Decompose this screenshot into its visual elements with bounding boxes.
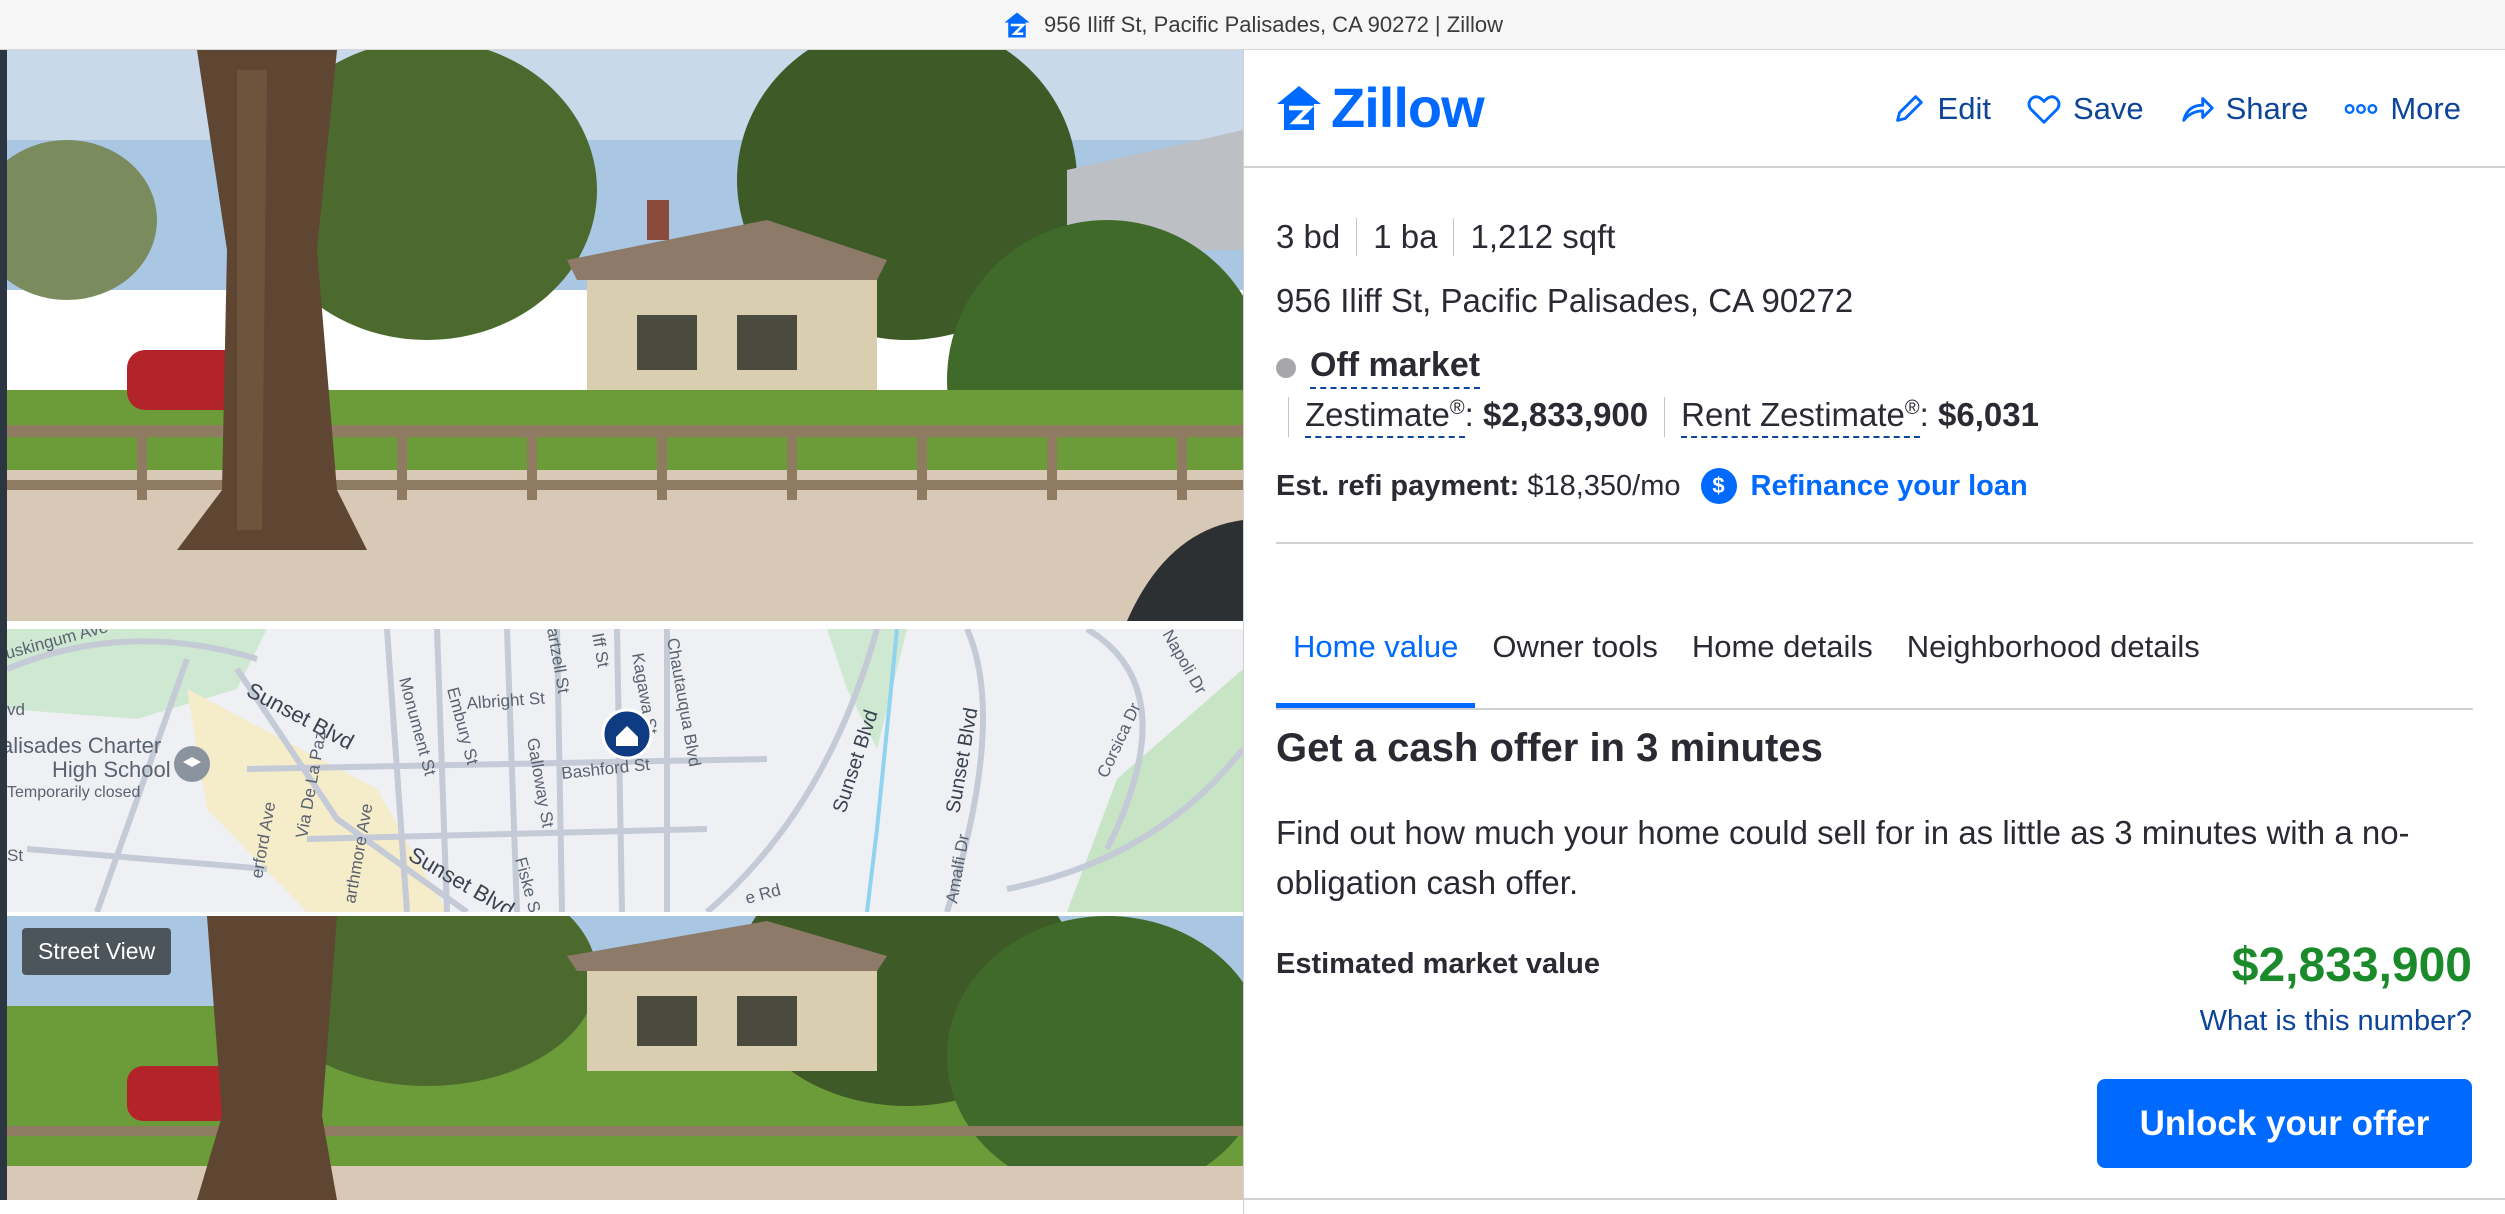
pencil-icon	[1895, 95, 1923, 122]
zillow-logo-text: Zillow	[1331, 76, 1485, 139]
gallery-footer	[0, 1200, 1243, 1214]
cash-offer-heading: Get a cash offer in 3 minutes	[1276, 726, 1823, 770]
panel-bottom-border	[1244, 1198, 2505, 1200]
refinance-link[interactable]: Refinance your loan	[1751, 470, 2028, 503]
panel-header: Zillow Edit Save Share More	[1244, 50, 2505, 168]
property-address: 956 Iliff St, Pacific Palisades, CA 9027…	[1276, 282, 1854, 319]
zestimate-label-text: Zestimate	[1305, 396, 1450, 433]
detail-tabs: Home value Owner tools Home details Neig…	[1276, 605, 2217, 709]
more-label: More	[2390, 91, 2461, 126]
rent-zestimate: Rent Zestimate®: $6,031	[1665, 396, 2055, 438]
zestimate-label[interactable]: Zestimate®	[1305, 396, 1465, 438]
media-gallery: uskingum Ave vd alisades Charter High Sc…	[0, 50, 1243, 1214]
zestimate-row: Zestimate®: $2,833,900 Rent Zestimate®: …	[1288, 396, 2055, 438]
facts-separator	[1356, 218, 1358, 256]
tab-owner-tools[interactable]: Owner tools	[1475, 605, 1674, 709]
refi-row: Est. refi payment: $18,350/mo $ Refinanc…	[1276, 468, 2028, 504]
section-divider	[1276, 542, 2473, 544]
beds-count: 3 bd	[1276, 218, 1341, 255]
svg-text:St: St	[7, 846, 23, 865]
what-is-this-number-link[interactable]: What is this number?	[2200, 1005, 2472, 1038]
svg-text:alisades Charter: alisades Charter	[7, 733, 161, 758]
save-button[interactable]: Save	[2025, 90, 2144, 128]
more-dots-icon	[2344, 104, 2378, 114]
tab-home-value[interactable]: Home value	[1276, 605, 1476, 709]
edit-button[interactable]: Edit	[1890, 90, 1991, 128]
dollar-icon: $	[1700, 468, 1737, 504]
share-icon	[2181, 97, 2214, 122]
baths-count: 1 ba	[1373, 218, 1438, 255]
zillow-logo[interactable]: Zillow	[1275, 76, 1485, 139]
window-titlebar: 956 Iliff St, Pacific Palisades, CA 9027…	[0, 0, 2505, 50]
rent-zestimate-label[interactable]: Rent Zestimate®	[1681, 396, 1920, 438]
gallery-edge	[0, 50, 7, 1200]
unlock-offer-button[interactable]: Unlock your offer	[2097, 1079, 2472, 1168]
registered-mark: ®	[1449, 397, 1465, 419]
refi-label: Est. refi payment:	[1276, 469, 1520, 502]
svg-text:vd: vd	[7, 700, 25, 719]
listing-status: Off market	[1276, 346, 1481, 389]
tab-neighborhood-details[interactable]: Neighborhood details	[1890, 605, 2217, 709]
svg-text:High School: High School	[52, 757, 171, 782]
property-facts: 3 bd 1 ba 1,212 sqft	[1276, 218, 1615, 256]
estimated-market-value: $2,833,900	[2231, 939, 2472, 992]
property-photo-main[interactable]	[7, 50, 1243, 621]
zillow-favicon-icon	[1004, 12, 1030, 37]
share-label: Share	[2225, 91, 2309, 126]
square-footage: 1,212 sqft	[1470, 218, 1616, 255]
status-label[interactable]: Off market	[1310, 346, 1481, 389]
zillow-logo-icon	[1277, 86, 1321, 130]
street-view-badge[interactable]: Street View	[22, 928, 172, 975]
edit-label: Edit	[1937, 91, 1991, 126]
save-label: Save	[2072, 91, 2144, 126]
zestimate-colon: :	[1464, 396, 1474, 433]
more-button[interactable]: More	[2342, 90, 2461, 128]
rent-zestimate-colon: :	[1919, 396, 1929, 433]
zestimate: Zestimate®: $2,833,900	[1289, 396, 1664, 438]
street-view-photo[interactable]	[7, 916, 1243, 1200]
location-map[interactable]: uskingum Ave vd alisades Charter High Sc…	[7, 629, 1243, 912]
facts-separator	[1453, 218, 1455, 256]
window-title: 956 Iliff St, Pacific Palisades, CA 9027…	[1044, 11, 1503, 37]
zestimate-value: $2,833,900	[1482, 396, 1649, 433]
cash-offer-description: Find out how much your home could sell f…	[1276, 814, 2410, 901]
tab-home-details[interactable]: Home details	[1675, 605, 1890, 709]
rent-zestimate-label-text: Rent Zestimate	[1681, 396, 1905, 433]
app-window: uskingum Ave vd alisades Charter High Sc…	[0, 50, 2505, 1214]
svg-text:Temporarily closed: Temporarily closed	[7, 784, 140, 801]
details-panel: Zillow Edit Save Share More 3 bd 1 ba 1,…	[1243, 50, 2505, 1214]
header-actions: Edit Save Share More	[1890, 90, 2461, 128]
heart-icon	[2027, 95, 2061, 124]
rent-zestimate-value: $6,031	[1937, 396, 2039, 433]
status-dot-icon	[1276, 357, 1296, 378]
share-button[interactable]: Share	[2178, 90, 2309, 128]
refi-value: $18,350/mo	[1527, 469, 1681, 502]
tabs-divider	[1276, 708, 2473, 710]
estimated-market-value-label: Estimated market value	[1276, 948, 1600, 980]
registered-mark: ®	[1904, 397, 1920, 419]
